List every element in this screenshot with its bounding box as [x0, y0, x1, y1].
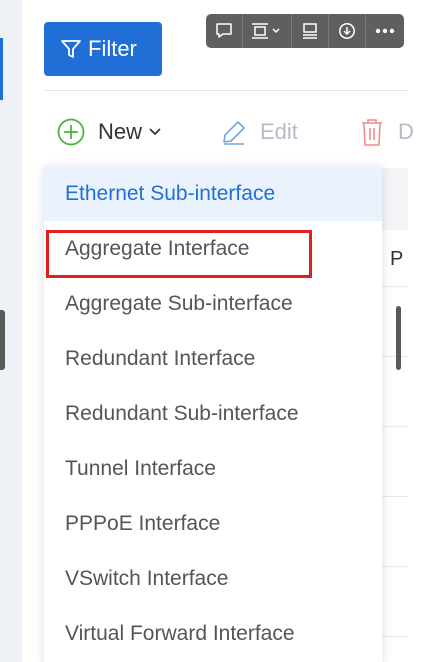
filter-icon: [61, 40, 81, 58]
table-area: [382, 168, 408, 662]
row-divider: [382, 286, 408, 287]
menu-item-aggregate-sub-interface[interactable]: Aggregate Sub-interface: [44, 276, 382, 331]
table-header: [382, 168, 408, 230]
highlight-annotation-box: [46, 230, 312, 278]
filter-button-label: Filter: [88, 36, 137, 61]
edit-button[interactable]: Edit: [220, 112, 298, 152]
menu-item-ethernet-sub-interface[interactable]: Ethernet Sub-interface: [44, 166, 382, 221]
layout-icon[interactable]: [243, 14, 291, 48]
align-icon[interactable]: [292, 14, 328, 48]
chevron-down-icon: [149, 128, 161, 136]
edit-icon: [223, 121, 245, 145]
side-panel-handle[interactable]: [0, 310, 5, 370]
menu-item-redundant-interface[interactable]: Redundant Interface: [44, 331, 382, 386]
add-circle-icon: [57, 118, 85, 146]
edit-button-label: Edit: [260, 119, 298, 144]
new-button-label: New: [98, 119, 143, 144]
filter-button[interactable]: Filter: [44, 22, 162, 76]
more-icon[interactable]: [366, 14, 404, 48]
toolbar-divider: [44, 90, 408, 91]
row-divider: [382, 426, 408, 427]
column-header: P: [390, 248, 404, 270]
floating-toolbar: [206, 14, 404, 48]
download-icon[interactable]: [329, 14, 365, 48]
row-divider: [382, 636, 408, 637]
row-divider: [382, 356, 408, 357]
comment-icon[interactable]: [206, 14, 242, 48]
delete-button-label: D: [398, 119, 414, 144]
row-divider: [382, 566, 408, 567]
menu-item-virtual-forward-interface[interactable]: Virtual Forward Interface: [44, 606, 382, 661]
menu-item-vswitch-interface[interactable]: VSwitch Interface: [44, 551, 382, 606]
menu-item-pppoe-interface[interactable]: PPPoE Interface: [44, 496, 382, 551]
left-rail-active-indicator: [0, 38, 3, 100]
delete-button[interactable]: D: [360, 112, 414, 152]
row-divider: [382, 496, 408, 497]
trash-icon: [362, 119, 382, 146]
scrollbar-thumb[interactable]: [396, 306, 401, 370]
menu-item-tunnel-interface[interactable]: Tunnel Interface: [44, 441, 382, 496]
menu-item-redundant-sub-interface[interactable]: Redundant Sub-interface: [44, 386, 382, 441]
new-button[interactable]: New: [56, 112, 162, 152]
